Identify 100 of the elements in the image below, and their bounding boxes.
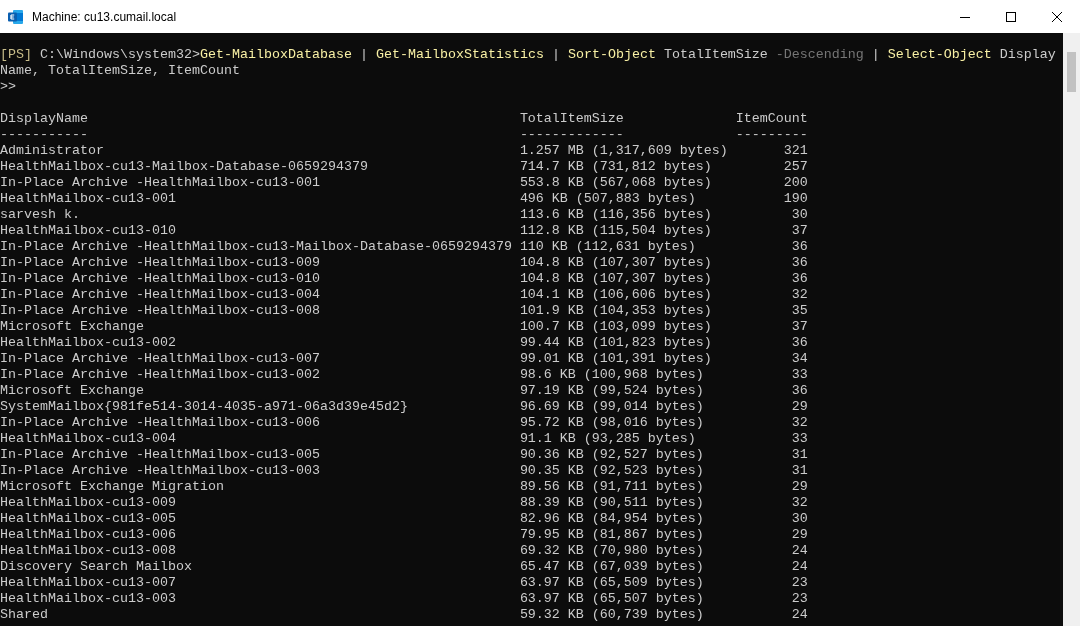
header-underline: --------- [735,127,808,142]
table-cell: 113.6 KB (116,356 bytes) [519,207,712,222]
table-cell: Administrator [0,143,104,158]
table-cell: 59.32 KB (60,739 bytes) [519,607,704,622]
table-cell: Microsoft Exchange [0,383,144,398]
table-cell: 104.8 KB (107,307 bytes) [519,271,712,286]
table-cell: In-Place Archive -HealthMailbox-cu13-009 [0,255,320,270]
table-cell: 110 KB (112,631 bytes) [519,239,696,254]
table-cell: 29 [791,479,808,494]
table-cell: In-Place Archive -HealthMailbox-cu13-008 [0,303,320,318]
table-cell: 30 [791,511,808,526]
table-cell: 321 [783,143,808,158]
table-cell: 32 [791,495,808,510]
table-cell: Microsoft Exchange [0,319,144,334]
table-cell: 96.69 KB (99,014 bytes) [519,399,704,414]
header-underline: ----------- [0,127,88,142]
prompt-tag: [PS] [0,47,32,63]
table-cell: 69.32 KB (70,980 bytes) [519,543,704,558]
table-cell: In-Place Archive -HealthMailbox-cu13-001 [0,175,320,190]
argument-text: Display [998,47,1056,63]
table-cell: HealthMailbox-cu13-005 [0,511,176,526]
table-cell: HealthMailbox-cu13-004 [0,431,176,446]
pipe-operator: | [870,47,880,63]
table-cell: Shared [0,607,48,622]
table-cell: 29 [791,399,808,414]
table-cell: 97.19 KB (99,524 bytes) [519,383,704,398]
pipe-operator: | [550,47,560,63]
table-cell: HealthMailbox-cu13-001 [0,191,176,206]
table-cell: 95.72 KB (98,016 bytes) [519,415,704,430]
table-cell: In-Place Archive -HealthMailbox-cu13-006 [0,415,320,430]
table-cell: sarvesh k. [0,207,80,222]
scrollbar[interactable] [1063,33,1080,626]
table-cell: 91.1 KB (93,285 bytes) [519,431,696,446]
table-cell: 714.7 KB (731,812 bytes) [519,159,712,174]
column-header: TotalItemSize [519,111,624,126]
table-cell: 35 [791,303,808,318]
table-cell: 36 [791,239,808,254]
table-cell: 24 [791,559,808,574]
table-cell: 36 [791,255,808,270]
argument-text: TotalItemSize, [47,63,160,79]
table-cell: 37 [791,319,808,334]
prompt-text: >> [0,79,16,95]
table-cell: HealthMailbox-cu13-002 [0,335,176,350]
table-cell: 101.9 KB (104,353 bytes) [519,303,712,318]
table-cell: 24 [791,607,808,622]
table-cell: 31 [791,447,808,462]
table-cell: In-Place Archive -HealthMailbox-cu13-Mailbox-Database-0659294379 [0,239,512,254]
table-cell: In-Place Archive -HealthMailbox-cu13-010 [0,271,320,286]
table-cell: In-Place Archive -HealthMailbox-cu13-002 [0,367,320,382]
table-cell: HealthMailbox-cu13-007 [0,575,176,590]
header-underline: ------------- [519,127,624,142]
table-cell: 63.97 KB (65,507 bytes) [519,591,704,606]
table-cell: 33 [791,367,808,382]
table-cell: In-Place Archive -HealthMailbox-cu13-004 [0,287,320,302]
table-cell: 36 [791,383,808,398]
table-cell: SystemMailbox{981fe514-3014-4035-a971-06a3d39e45d2} [0,399,408,414]
table-cell: Discovery Search Mailbox [0,559,192,574]
table-cell: 33 [791,431,808,446]
table-cell: Microsoft Exchange Migration [0,479,224,494]
table-cell: 82.96 KB (84,954 bytes) [519,511,704,526]
table-cell: 65.47 KB (67,039 bytes) [519,559,704,574]
table-cell: 24 [791,543,808,558]
table-cell: 90.35 KB (92,523 bytes) [519,463,704,478]
command-text: Select-Object [886,47,992,63]
table-cell: 79.95 KB (81,867 bytes) [519,527,704,542]
table-cell: 90.36 KB (92,527 bytes) [519,447,704,462]
table-cell: 37 [791,223,808,238]
table-cell: 553.8 KB (567,068 bytes) [519,175,712,190]
table-cell: 32 [791,415,808,430]
table-cell: HealthMailbox-cu13-Mailbox-Database-0659294379 [0,159,368,174]
table-cell: 23 [791,575,808,590]
table-cell: 36 [791,335,808,350]
maximize-icon [1006,11,1016,22]
table-cell: HealthMailbox-cu13-008 [0,543,176,558]
prompt-text: C:\Windows\system32> [39,47,200,63]
table-cell: 104.8 KB (107,307 bytes) [519,255,712,270]
table-cell: In-Place Archive -HealthMailbox-cu13-003 [0,463,320,478]
pipe-operator: | [358,47,368,63]
table-cell: 257 [783,159,808,174]
column-header: DisplayName [0,111,88,126]
argument-text: Name, [0,63,40,79]
app-icon [8,8,24,25]
table-cell: HealthMailbox-cu13-006 [0,527,176,542]
scrollbar-thumb[interactable] [1067,52,1076,92]
table-cell: HealthMailbox-cu13-003 [0,591,176,606]
table-cell: 100.7 KB (103,099 bytes) [519,319,712,334]
table-cell: In-Place Archive -HealthMailbox-cu13-007 [0,351,320,366]
table-cell: 104.1 KB (106,606 bytes) [519,287,712,302]
table-cell: 30 [791,207,808,222]
table-cell: 89.56 KB (91,711 bytes) [519,479,704,494]
table-cell: 98.6 KB (100,968 bytes) [519,367,704,382]
table-cell: 88.39 KB (90,511 bytes) [519,495,704,510]
table-cell: 23 [791,591,808,606]
table-cell: 63.97 KB (65,509 bytes) [519,575,704,590]
column-header: ItemCount [735,111,808,126]
window-title: Machine: cu13.cumail.local [32,8,178,26]
table-cell: 112.8 KB (115,504 bytes) [519,223,712,238]
table-cell: 1.257 MB (1,317,609 bytes) [519,143,728,158]
close-icon [1052,11,1062,22]
table-cell: 200 [783,175,808,190]
